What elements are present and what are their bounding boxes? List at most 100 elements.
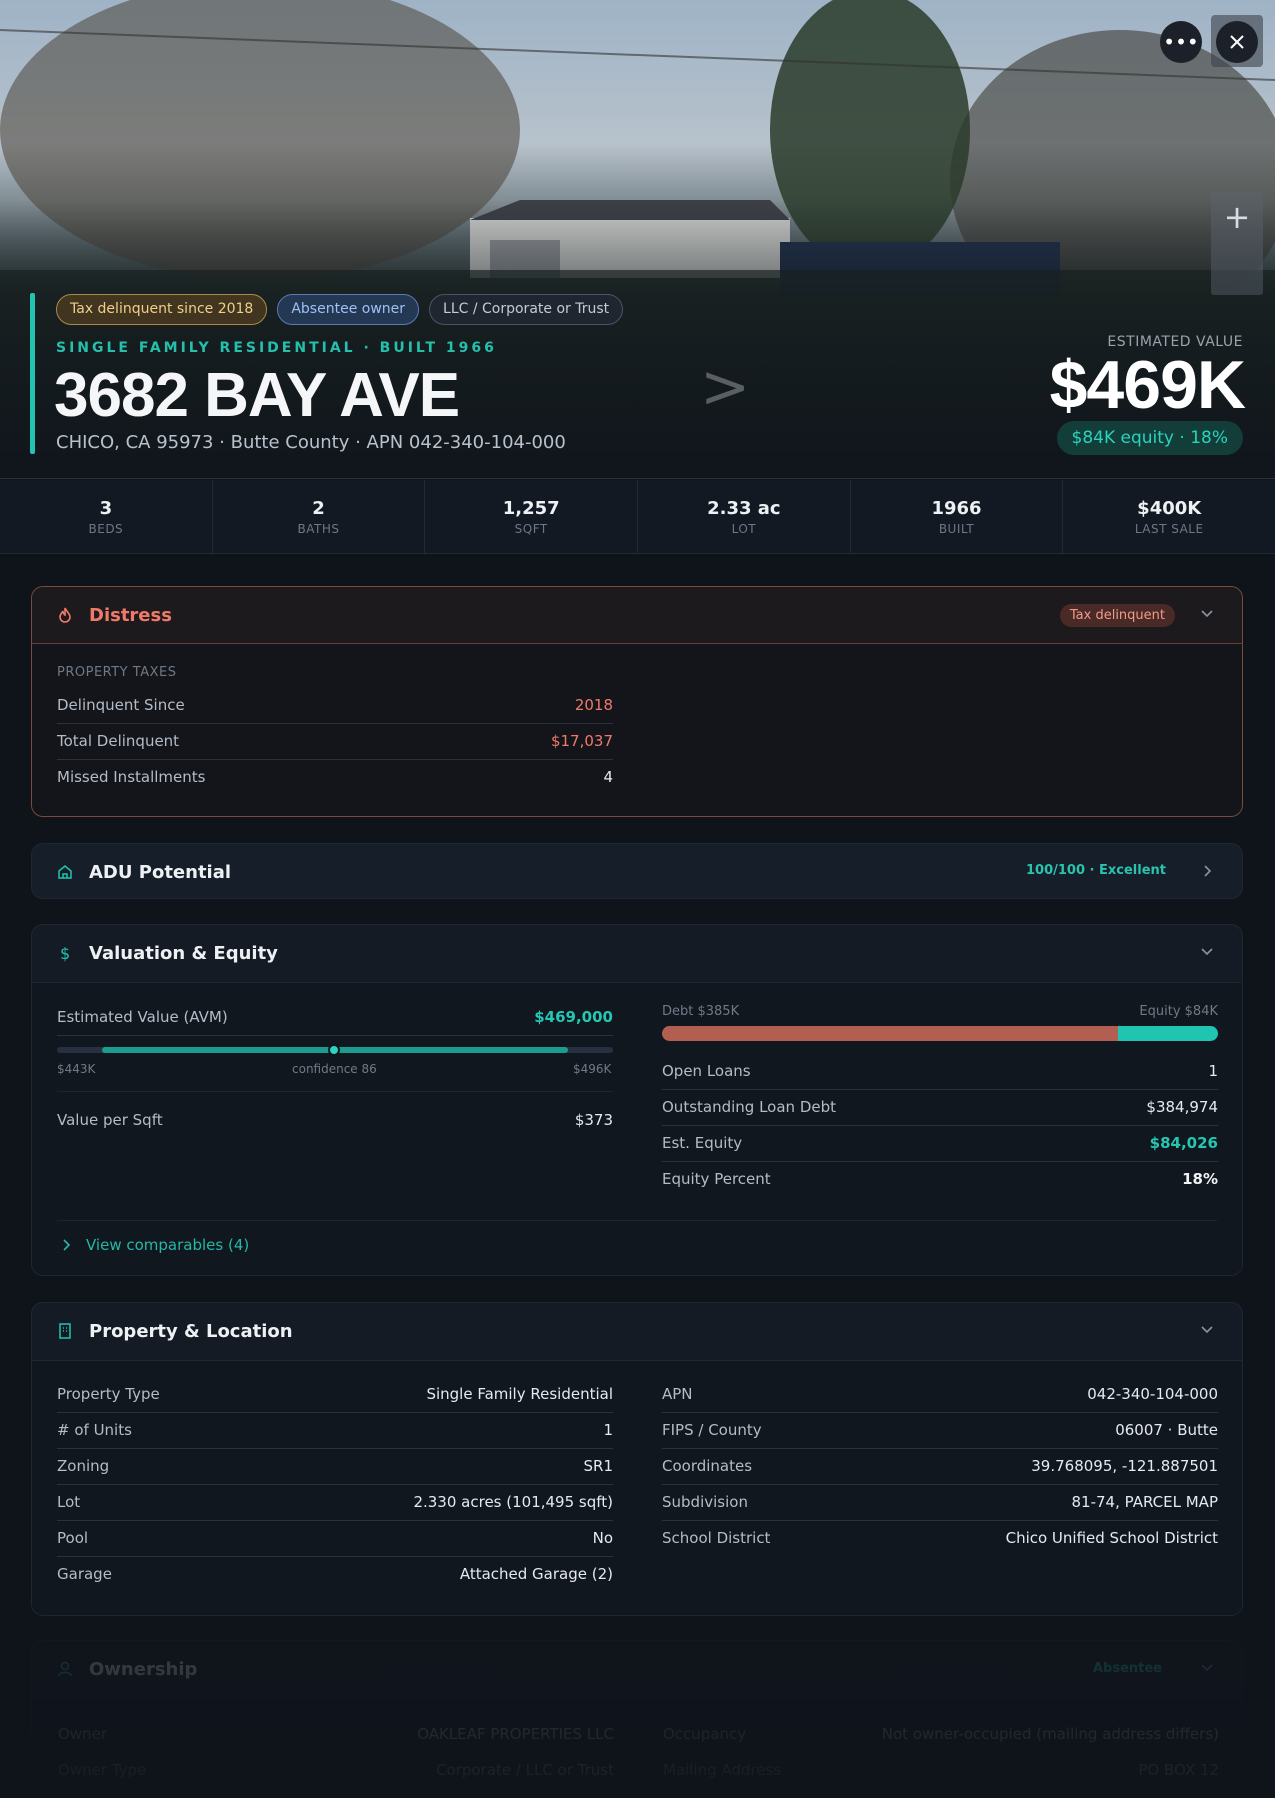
stat-label: LOT <box>731 522 757 536</box>
tax-delinquent-badge: Tax delinquent <box>1059 604 1175 627</box>
stat-label: BATHS <box>297 522 340 536</box>
ownership-title: Ownership <box>89 1659 198 1680</box>
kv-missed-installments: Missed Installments 4 <box>57 760 613 796</box>
adu-header[interactable]: ADU Potential 100/100 · Excellent <box>32 844 1242 898</box>
stat-label: SQFT <box>514 522 548 536</box>
stats-bar: 3 BEDS 2 BATHS 1,257 SQFT 2.33 ac LOT 1966 BU… <box>0 480 1275 554</box>
kv-key: Delinquent Since <box>57 696 185 714</box>
kv-value: $17,037 <box>550 732 613 750</box>
kv-key: Missed Installments <box>57 768 206 786</box>
kv-value: 1 <box>1208 1062 1218 1080</box>
kv-subdivision: Subdivision 81-74, PARCEL MAP <box>662 1485 1218 1521</box>
zoom-control: + <box>1211 191 1263 295</box>
close-icon <box>1230 35 1244 49</box>
kv-value: $384,974 <box>1146 1098 1218 1116</box>
kv-key: Owner Type <box>58 1761 147 1779</box>
kv-key: Outstanding Loan Debt <box>662 1098 836 1116</box>
chevron-down-icon[interactable] <box>1200 945 1214 959</box>
distress-header[interactable]: Distress Tax delinquent <box>32 587 1242 644</box>
pano-forward-arrow-icon[interactable]: > <box>700 352 750 422</box>
chevron-down-icon[interactable] <box>1200 607 1214 621</box>
stat-lot: 2.33 ac LOT <box>638 480 851 553</box>
tag-list: Tax delinquent since 2018 Absentee owner… <box>56 294 624 325</box>
equity-pill: $84K equity · 18% <box>1056 421 1243 455</box>
kv-value: Not owner-occupied (mailing address diff… <box>881 1725 1219 1743</box>
chevron-down-icon[interactable] <box>1200 1661 1214 1675</box>
absentee-badge: Absentee <box>1092 1661 1162 1676</box>
debt-equity-bar <box>662 1026 1218 1041</box>
chevron-down-icon[interactable] <box>1200 1323 1214 1337</box>
adu-title: ADU Potential <box>89 862 232 883</box>
kv-key: Garage <box>57 1565 112 1583</box>
debt-segment <box>662 1026 1118 1041</box>
ownership-header[interactable]: Ownership Absentee <box>32 1641 1242 1698</box>
estimated-value: $469K <box>1049 347 1246 423</box>
avm-confidence: confidence 86 <box>292 1062 377 1076</box>
kv-value: PO BOX 12 <box>1138 1761 1219 1779</box>
kv-outstanding-debt: Outstanding Loan Debt $384,974 <box>662 1090 1218 1126</box>
kv-value: $84,026 <box>1149 1134 1218 1152</box>
kv-key: School District <box>662 1529 771 1547</box>
dollar-icon: $ <box>60 944 70 962</box>
kv-equity-percent: Equity Percent 18% <box>662 1162 1218 1198</box>
more-options-button[interactable]: ••• <box>1160 21 1202 63</box>
chevron-right-icon <box>63 1239 71 1251</box>
kv-key: Zoning <box>57 1457 110 1475</box>
kv-key: FIPS / County <box>662 1421 762 1439</box>
stat-value: 1,257 <box>502 498 560 519</box>
kv-key: Value per Sqft <box>57 1111 163 1129</box>
kv-fips-county: FIPS / County 06007 · Butte <box>662 1413 1218 1449</box>
kv-garage: Garage Attached Garage (2) <box>57 1557 613 1593</box>
divider <box>57 1091 613 1092</box>
distress-title: Distress <box>89 605 172 626</box>
kv-key: Lot <box>57 1493 81 1511</box>
divider <box>57 1220 1217 1221</box>
kv-key: Estimated Value (AVM) <box>57 1008 228 1026</box>
kv-key: Mailing Address <box>663 1761 782 1779</box>
stat-beds: 3 BEDS <box>0 480 213 553</box>
kv-value: 18% <box>1182 1170 1218 1188</box>
stat-last-sale: $400K LAST SALE <box>1063 480 1275 553</box>
kv-value: 2018 <box>574 696 613 714</box>
debt-label: Debt $385K <box>662 1004 740 1019</box>
kv-est-equity: Est. Equity $84,026 <box>662 1126 1218 1162</box>
kv-value: OAKLEAF PROPERTIES LLC <box>417 1725 614 1743</box>
avm-range-low: $443K <box>57 1062 96 1076</box>
tag-llc-trust: LLC / Corporate or Trust <box>429 294 624 325</box>
property-subtitle: SINGLE FAMILY RESIDENTIAL · BUILT 1966 <box>56 340 497 356</box>
kv-mailing-address: Mailing Address PO BOX 12 <box>663 1753 1219 1789</box>
view-comparables-link[interactable]: View comparables (4) <box>86 1236 249 1254</box>
valuation-header[interactable]: $ Valuation & Equity <box>32 925 1242 982</box>
kv-value: $469,000 <box>534 1008 613 1026</box>
kv-property-type: Property Type Single Family Residential <box>57 1377 613 1413</box>
property-title-label: Property & Location <box>89 1321 293 1342</box>
property-header[interactable]: Property & Location <box>32 1303 1242 1360</box>
property-address-line: CHICO, CA 95973 · Butte County · APN 042… <box>56 432 566 453</box>
kv-key: # of Units <box>57 1421 132 1439</box>
kv-value: SR1 <box>583 1457 614 1475</box>
tag-absentee-owner: Absentee owner <box>277 294 420 325</box>
kv-key: Subdivision <box>662 1493 748 1511</box>
kv-key: Open Loans <box>662 1062 751 1080</box>
kv-key: Owner <box>58 1725 107 1743</box>
equity-segment <box>1117 1026 1218 1041</box>
kv-open-loans: Open Loans 1 <box>662 1054 1218 1090</box>
adu-score: 100/100 · Excellent <box>1026 863 1166 878</box>
kv-school-district: School District Chico Unified School Dist… <box>662 1521 1218 1557</box>
adu-potential-card[interactable]: ADU Potential 100/100 · Excellent <box>31 843 1243 899</box>
property-taxes-label: PROPERTY TAXES <box>57 665 177 680</box>
kv-zoning: Zoning SR1 <box>57 1449 613 1485</box>
kv-owner-type: Owner Type Corporate / LLC or Trust <box>58 1753 614 1789</box>
kv-avm: Estimated Value (AVM) $469,000 <box>57 1000 613 1036</box>
close-button[interactable] <box>1216 21 1258 63</box>
kv-lot: Lot 2.330 acres (101,495 sqft) <box>57 1485 613 1521</box>
kv-key: Property Type <box>57 1385 160 1403</box>
chevron-right-icon[interactable] <box>1200 864 1214 878</box>
plus-icon[interactable]: + <box>1211 191 1263 243</box>
kv-owner: Owner OAKLEAF PROPERTIES LLC <box>58 1717 614 1753</box>
kv-key: Occupancy <box>663 1725 747 1743</box>
stat-value: $400K <box>1137 498 1202 519</box>
kv-value: 4 <box>603 768 613 786</box>
kv-occupancy: Occupancy Not owner-occupied (mailing add… <box>663 1717 1219 1753</box>
stat-sqft: 1,257 SQFT <box>425 480 639 553</box>
